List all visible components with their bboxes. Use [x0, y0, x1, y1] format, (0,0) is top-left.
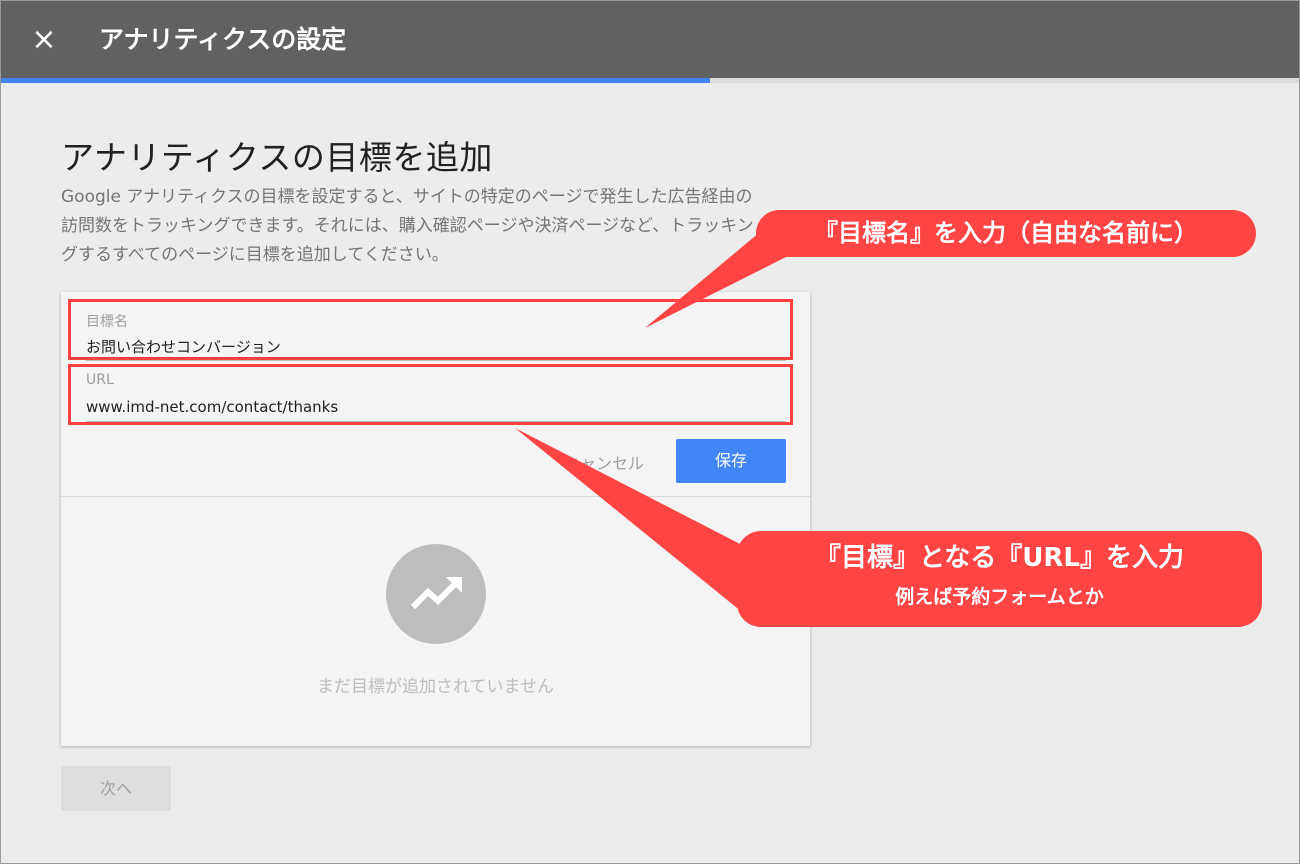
- callout-goal-name: 『目標名』を入力（自由な名前に）: [756, 210, 1256, 257]
- callout-url-line1: 『目標』となる『URL』を入力: [815, 543, 1184, 573]
- callout-pointers: [515, 232, 790, 612]
- callout-url: 『目標』となる『URL』を入力 例えば予約フォームとか: [737, 531, 1262, 627]
- callout2-pointer: [515, 428, 742, 612]
- callout-url-line2: 例えば予約フォームとか: [895, 586, 1104, 608]
